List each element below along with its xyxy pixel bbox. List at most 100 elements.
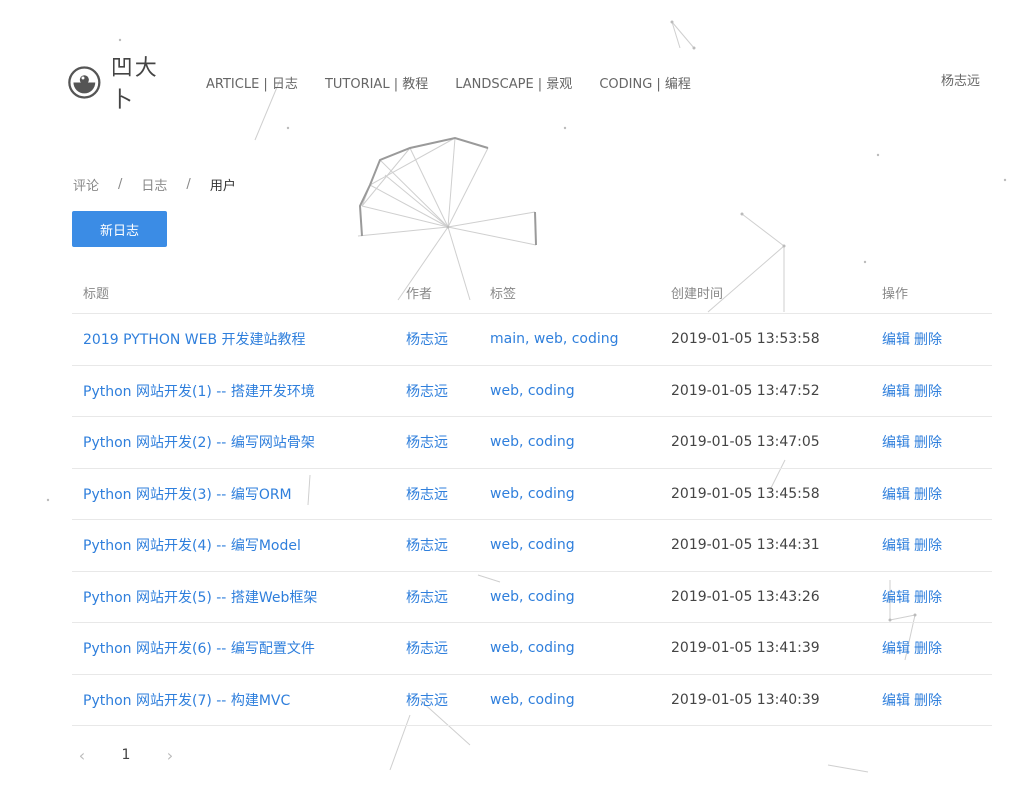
blog-title-link[interactable]: Python 网站开发(1) -- 搭建开发环境 (83, 384, 315, 400)
row-tags-cell: web, coding (490, 640, 671, 656)
column-header-tags: 标签 (490, 287, 517, 302)
nav-item-landscape[interactable]: LANDSCAPE | 景观 (455, 73, 572, 92)
blog-table: 标题 作者 标签 创建时间 操作 2019 PYTHON WEB 开发建站教程杨… (72, 272, 992, 726)
breadcrumb-item-comments[interactable]: 评论 (73, 175, 99, 194)
table-row: Python 网站开发(3) -- 编写ORM 杨志远 web, coding 201… (72, 469, 992, 520)
page-number[interactable]: 1 (108, 747, 144, 763)
row-tags-cell: web, coding (490, 434, 671, 450)
delete-button[interactable]: 删除 (914, 332, 942, 348)
row-author-cell: 杨志远 (406, 638, 490, 658)
created-time: 2019-01-05 13:45:58 (671, 485, 820, 502)
blog-title-link[interactable]: Python 网站开发(7) -- 构建MVC (83, 693, 290, 709)
nav-item-coding[interactable]: CODING | 编程 (599, 73, 691, 92)
column-header-author: 作者 (406, 287, 433, 302)
tags-link[interactable]: web, coding (490, 383, 575, 399)
tags-link[interactable]: web, coding (490, 486, 575, 502)
edit-button[interactable]: 编辑 (882, 487, 910, 503)
row-created-cell: 2019-01-05 13:47:52 (671, 383, 882, 399)
row-author-cell: 杨志远 (406, 587, 490, 607)
chevron-right-icon[interactable]: › (160, 746, 180, 765)
delete-button[interactable]: 删除 (914, 693, 942, 709)
row-created-cell: 2019-01-05 13:43:26 (671, 589, 882, 605)
tags-link[interactable]: web, coding (490, 589, 575, 605)
blog-title-link[interactable]: Python 网站开发(6) -- 编写配置文件 (83, 641, 315, 657)
row-title-cell: Python 网站开发(2) -- 编写网站骨架 (72, 432, 406, 452)
author-link[interactable]: 杨志远 (406, 693, 448, 709)
table-body: 2019 PYTHON WEB 开发建站教程 杨志远 main, web, codi… (72, 314, 992, 726)
breadcrumb-item-users[interactable]: 用户 (210, 175, 236, 194)
chevron-left-icon[interactable]: ‹ (72, 746, 92, 765)
row-created-cell: 2019-01-05 13:40:39 (671, 692, 882, 708)
delete-button[interactable]: 删除 (914, 590, 942, 606)
row-actions-cell: 编辑 删除 (882, 381, 992, 401)
author-link[interactable]: 杨志远 (406, 538, 448, 554)
row-title-cell: Python 网站开发(5) -- 搭建Web框架 (72, 587, 406, 607)
blog-title-link[interactable]: Python 网站开发(3) -- 编写ORM (83, 487, 292, 503)
delete-button[interactable]: 删除 (914, 641, 942, 657)
author-link[interactable]: 杨志远 (406, 487, 448, 503)
row-tags-cell: web, coding (490, 589, 671, 605)
table-row: Python 网站开发(1) -- 搭建开发环境 杨志远 web, coding 20… (72, 366, 992, 417)
created-time: 2019-01-05 13:43:26 (671, 588, 820, 605)
tags-link[interactable]: web, coding (490, 434, 575, 450)
breadcrumb-separator: / (186, 176, 191, 192)
page-content: 凹大卜 ARTICLE | 日志 TUTORIAL | 教程 LANDSCAPE… (0, 0, 1024, 800)
row-created-cell: 2019-01-05 13:45:58 (671, 486, 882, 502)
author-link[interactable]: 杨志远 (406, 435, 448, 451)
delete-button[interactable]: 删除 (914, 487, 942, 503)
edit-button[interactable]: 编辑 (882, 590, 910, 606)
row-actions-cell: 编辑 删除 (882, 638, 992, 658)
author-link[interactable]: 杨志远 (406, 384, 448, 400)
delete-button[interactable]: 删除 (914, 435, 942, 451)
column-header-actions: 操作 (882, 287, 909, 302)
row-tags-cell: web, coding (490, 692, 671, 708)
delete-button[interactable]: 删除 (914, 384, 942, 400)
table-row: Python 网站开发(7) -- 构建MVC 杨志远 web, coding 201… (72, 675, 992, 726)
top-header: 凹大卜 ARTICLE | 日志 TUTORIAL | 教程 LANDSCAPE… (68, 56, 980, 113)
table-row: Python 网站开发(4) -- 编写Model 杨志远 web, coding 2… (72, 520, 992, 572)
blog-title-link[interactable]: 2019 PYTHON WEB 开发建站教程 (83, 332, 306, 348)
edit-button[interactable]: 编辑 (882, 435, 910, 451)
new-blog-button[interactable]: 新日志 (72, 211, 167, 247)
tags-link[interactable]: web, coding (490, 537, 575, 553)
logo-text: 凹大卜 (110, 56, 159, 113)
column-header-created: 创建时间 (671, 287, 724, 302)
tags-link[interactable]: main, web, coding (490, 331, 619, 347)
site-logo[interactable]: 凹大卜 (68, 56, 178, 113)
created-time: 2019-01-05 13:41:39 (671, 640, 820, 657)
blog-title-link[interactable]: Python 网站开发(4) -- 编写Model (83, 538, 301, 554)
created-time: 2019-01-05 13:47:05 (671, 434, 820, 451)
author-link[interactable]: 杨志远 (406, 641, 448, 657)
row-author-cell: 杨志远 (406, 381, 490, 401)
row-title-cell: Python 网站开发(1) -- 搭建开发环境 (72, 381, 406, 401)
nav-item-article[interactable]: ARTICLE | 日志 (206, 73, 298, 92)
table-header: 标题 作者 标签 创建时间 操作 (72, 272, 992, 314)
row-tags-cell: web, coding (490, 383, 671, 399)
blog-title-link[interactable]: Python 网站开发(5) -- 搭建Web框架 (83, 590, 317, 606)
blog-title-link[interactable]: Python 网站开发(2) -- 编写网站骨架 (83, 435, 315, 451)
row-title-cell: Python 网站开发(7) -- 构建MVC (72, 690, 406, 710)
delete-button[interactable]: 删除 (914, 538, 942, 554)
row-created-cell: 2019-01-05 13:47:05 (671, 434, 882, 450)
tags-link[interactable]: web, coding (490, 640, 575, 656)
created-time: 2019-01-05 13:53:58 (671, 331, 820, 348)
edit-button[interactable]: 编辑 (882, 384, 910, 400)
row-author-cell: 杨志远 (406, 432, 490, 452)
row-title-cell: Python 网站开发(6) -- 编写配置文件 (72, 638, 406, 658)
nav-item-tutorial[interactable]: TUTORIAL | 教程 (325, 73, 428, 92)
edit-button[interactable]: 编辑 (882, 693, 910, 709)
row-actions-cell: 编辑 删除 (882, 535, 992, 555)
author-link[interactable]: 杨志远 (406, 332, 448, 348)
breadcrumb-item-blogs[interactable]: 日志 (141, 175, 167, 194)
author-link[interactable]: 杨志远 (406, 590, 448, 606)
tags-link[interactable]: web, coding (490, 692, 575, 708)
row-author-cell: 杨志远 (406, 484, 490, 504)
edit-button[interactable]: 编辑 (882, 538, 910, 554)
edit-button[interactable]: 编辑 (882, 641, 910, 657)
user-menu[interactable]: 杨志远 (941, 64, 980, 100)
row-author-cell: 杨志远 (406, 690, 490, 710)
table-row: Python 网站开发(6) -- 编写配置文件 杨志远 web, coding 20… (72, 623, 992, 675)
edit-button[interactable]: 编辑 (882, 332, 910, 348)
row-title-cell: Python 网站开发(4) -- 编写Model (72, 535, 406, 555)
created-time: 2019-01-05 13:47:52 (671, 382, 820, 399)
